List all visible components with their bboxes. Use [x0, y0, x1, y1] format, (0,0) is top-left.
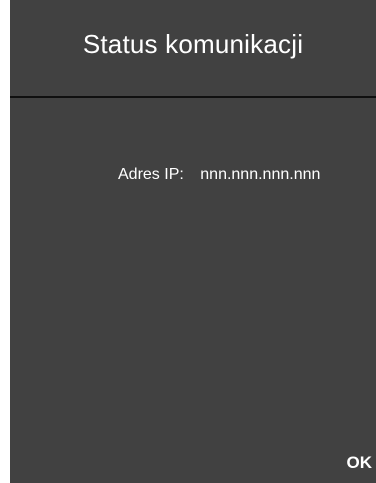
- ip-address-value: nnn.nnn.nnn.nnn: [200, 166, 321, 183]
- header-divider: [10, 96, 376, 98]
- ip-address-label: Adres IP:: [118, 166, 184, 183]
- ip-address-row: Adres IP: nnn.nnn.nnn.nnn: [118, 166, 320, 184]
- device-screen: Status komunikacji Adres IP: nnn.nnn.nnn…: [10, 0, 376, 483]
- screen-header: Status komunikacji: [10, 0, 376, 96]
- ok-button[interactable]: OK: [347, 453, 373, 473]
- page-title: Status komunikacji: [82, 28, 304, 59]
